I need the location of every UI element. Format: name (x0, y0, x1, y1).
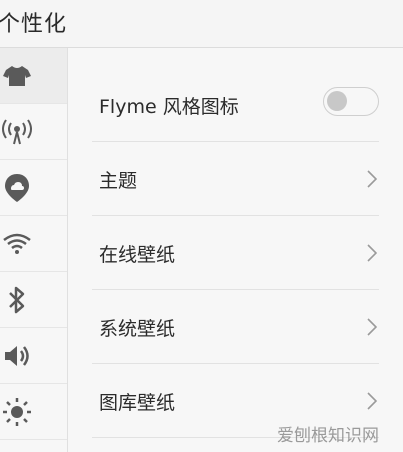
brightness-icon (2, 397, 31, 426)
setting-row-online-wallpaper[interactable]: 在线壁纸 (68, 216, 403, 290)
page-title: 个性化 (0, 12, 68, 37)
setting-row-theme[interactable]: 主题 (68, 142, 403, 216)
setting-label: 在线壁纸 (99, 244, 176, 266)
chevron-right-icon (367, 170, 377, 188)
setting-row-system-wallpaper[interactable]: 系统壁纸 (68, 290, 403, 364)
volume-icon (4, 345, 29, 366)
sidebar-item-display[interactable] (0, 384, 67, 440)
sidebar-item-personalization[interactable] (0, 48, 67, 104)
cloud-location-icon (4, 173, 29, 202)
sidebar-item-location[interactable] (0, 160, 67, 216)
toggle-knob (327, 91, 347, 111)
chevron-right-icon (367, 244, 377, 262)
sidebar-item-sound[interactable] (0, 328, 67, 384)
bluetooth-icon (8, 286, 24, 313)
chevron-right-icon (367, 318, 377, 336)
settings-list: Flyme 风格图标 主题 在线壁纸 系统壁纸 图库壁纸 (68, 48, 403, 452)
setting-label: 主题 (99, 170, 138, 192)
setting-label: 系统壁纸 (99, 318, 176, 340)
flyme-icons-toggle[interactable] (323, 87, 379, 116)
wifi-icon (2, 233, 31, 254)
watermark: 爱刨根知识网 (277, 426, 379, 446)
chevron-right-icon (367, 392, 377, 410)
sidebar-item-hotspot[interactable] (0, 104, 67, 160)
antenna-broadcast-icon (1, 118, 32, 144)
tshirt-icon (2, 65, 31, 86)
sidebar-item-bluetooth[interactable] (0, 272, 67, 328)
setting-label: Flyme 风格图标 (99, 96, 239, 118)
setting-row-flyme-icons[interactable]: Flyme 风格图标 (68, 48, 403, 142)
sidebar-item-wifi[interactable] (0, 216, 67, 272)
screen: 个性化 Flyme 风格图标 主题 在线壁纸 系统壁纸 图库壁纸 爱刨根知识网 (0, 0, 403, 452)
header-bar: 个性化 (0, 0, 403, 48)
sidebar (0, 48, 68, 452)
setting-label: 图库壁纸 (99, 392, 176, 414)
